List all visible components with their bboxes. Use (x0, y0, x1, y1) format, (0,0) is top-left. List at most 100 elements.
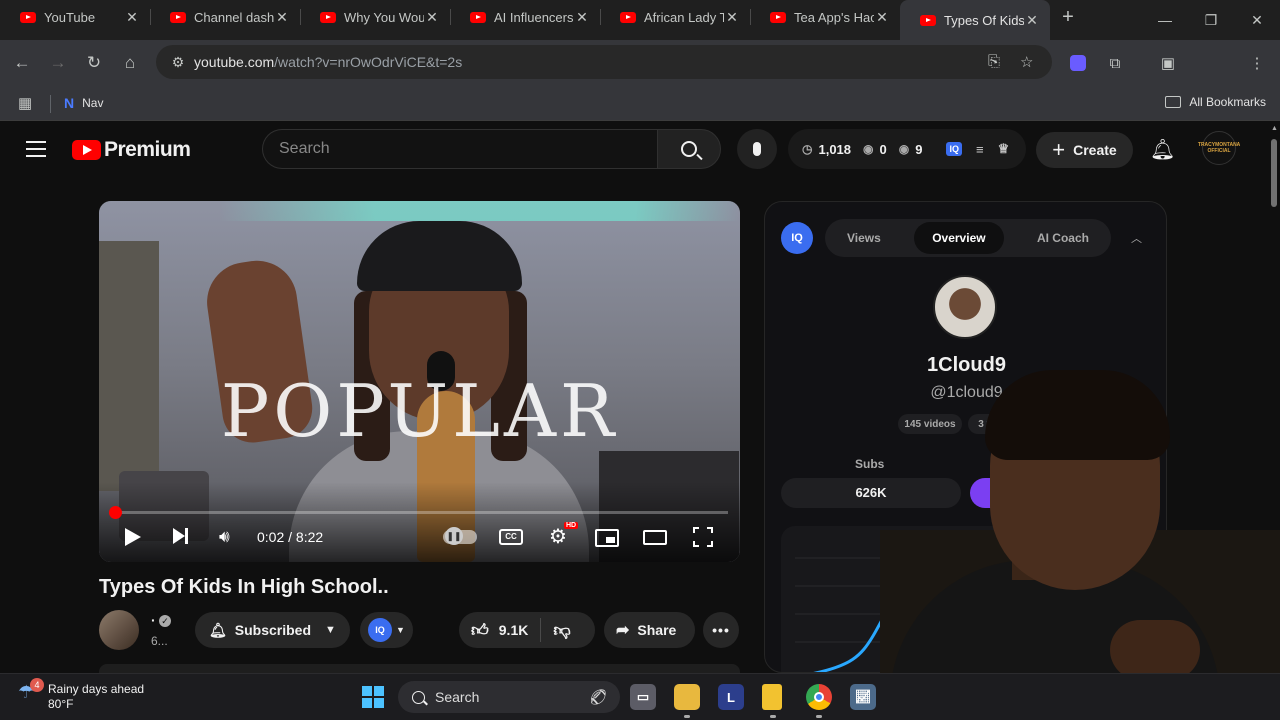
tab-close-icon[interactable]: ✕ (274, 9, 290, 26)
thumbs-down-icon[interactable]: 👎︎ (553, 620, 570, 641)
file-explorer-icon[interactable] (674, 684, 700, 710)
tab-ai-coach[interactable]: AI Coach (1019, 222, 1107, 254)
youtube-premium-logo[interactable]: Premium (72, 138, 191, 162)
tab-label: Why You Woul (344, 9, 424, 25)
plus-icon: + (1052, 137, 1066, 162)
fullscreen-icon[interactable] (693, 527, 713, 547)
video-title: Types Of Kids In High School.. (99, 576, 389, 598)
new-tab-button[interactable]: + (1050, 0, 1086, 34)
more-actions-icon[interactable]: ••• (703, 612, 739, 648)
weather-widget[interactable]: ☂ 4 Rainy days ahead 80°F (18, 678, 145, 712)
bookmark-star-icon[interactable]: ☆ (1020, 53, 1033, 71)
address-bar[interactable]: ⚙ youtube.com/watch?v=nrOwOdrViCE&t=2s ⎘… (156, 45, 1052, 79)
chrome-icon[interactable] (806, 684, 832, 710)
browser-tab-youtube[interactable]: YouTube ✕ (0, 0, 150, 34)
thumbs-up-icon: 👍︎ (471, 620, 489, 640)
tab-views[interactable]: Views (829, 222, 899, 254)
progress-bar[interactable] (111, 511, 728, 514)
tab-close-icon[interactable]: ✕ (574, 9, 590, 26)
vidiq-zero-count: 0 (879, 141, 887, 157)
play-icon[interactable] (125, 528, 141, 546)
browser-tab-tea-app[interactable]: Tea App's Hack ✕ (750, 0, 900, 34)
tab-close-icon[interactable]: ✕ (724, 9, 740, 26)
address-url[interactable]: youtube.com/watch?v=nrOwOdrViCE&t=2s (194, 54, 462, 70)
browser-tab-ai-influencers[interactable]: AI Influencers ✕ (450, 0, 600, 34)
weather-title: Rainy days ahead (48, 682, 145, 696)
windows-start-icon[interactable] (362, 686, 384, 708)
tab-label: African Lady Th (644, 9, 724, 25)
tab-label: Channel dashb (194, 9, 274, 25)
vidiq-menu-button[interactable]: IQ ▼ (360, 612, 413, 648)
home-icon[interactable]: ⌂ (112, 45, 148, 81)
video-player[interactable]: POPULAR 🔊︎ 0:02 / 8:22 CC ⚙ HD (99, 201, 740, 562)
like-button[interactable]: 👍︎ 9.1K (471, 620, 528, 641)
bookmark-nav-label: Nav (82, 96, 104, 110)
reload-icon[interactable]: ↻ (76, 45, 112, 81)
verified-check-icon: ✓ (159, 615, 171, 627)
voice-search-button[interactable] (737, 129, 777, 169)
scrollbar-thumb[interactable] (1271, 139, 1277, 207)
search-input[interactable]: Search (262, 129, 658, 169)
forward-icon[interactable]: → (40, 45, 76, 81)
browser-tab-why-you[interactable]: Why You Woul ✕ (300, 0, 450, 34)
vidiq-tabs: Views Overview AI Coach (825, 219, 1111, 257)
tab-close-icon[interactable]: ✕ (124, 9, 140, 26)
trophy-icon[interactable]: ♕ (998, 141, 1010, 157)
window-close-icon[interactable]: ✕ (1234, 0, 1280, 40)
extensions-puzzle-icon[interactable]: ⧉ (1101, 49, 1129, 77)
account-avatar[interactable]: TRACYMONTANA OFFICIAL (1198, 131, 1240, 165)
next-video-icon[interactable] (173, 528, 188, 549)
volume-icon[interactable]: 🔊︎ (219, 527, 230, 547)
owner-avatar[interactable] (99, 610, 139, 650)
taskbar-search[interactable]: Search 🏈︎ (398, 681, 620, 713)
chevron-up-icon[interactable]: ︿ (1131, 230, 1142, 246)
back-icon[interactable]: ← (4, 45, 40, 81)
list-icon[interactable]: ≡ (976, 142, 984, 157)
tab-close-icon[interactable]: ✕ (874, 9, 890, 26)
google-keep-icon[interactable] (762, 684, 782, 710)
microphone-icon (753, 142, 761, 156)
captions-button[interactable]: CC (499, 529, 523, 545)
extension-vidiq-icon[interactable] (1064, 49, 1092, 77)
stocks-app-icon[interactable]: 📈︎ (850, 684, 876, 710)
task-view-icon[interactable]: ▭ (630, 684, 656, 710)
tab-overview[interactable]: Overview (914, 222, 1004, 254)
theater-mode-icon[interactable] (643, 530, 667, 545)
all-bookmarks-button[interactable]: All Bookmarks (1165, 95, 1266, 109)
tab-close-icon[interactable]: ✕ (424, 9, 440, 26)
create-button[interactable]: + Create (1036, 132, 1133, 168)
notifications-bell-icon[interactable]: 🔔︎ (1150, 137, 1175, 162)
search-button[interactable] (657, 129, 721, 169)
vidiq-views-count: 1,018 (818, 141, 852, 157)
site-info-icon[interactable]: ⚙ (162, 54, 194, 71)
app-l-icon[interactable]: L (718, 684, 744, 710)
time-display: 0:02 / 8:22 (257, 529, 324, 545)
vidiq-logo-icon[interactable]: IQ (946, 142, 962, 156)
browser-tab-channel-dashboard[interactable]: Channel dashb ✕ (150, 0, 300, 34)
tab-search-icon[interactable]: ▣ (1154, 49, 1182, 77)
scroll-up-icon[interactable]: ▲ (1271, 125, 1278, 132)
owner-name[interactable]: · (151, 612, 156, 628)
autoplay-toggle[interactable] (443, 527, 477, 545)
running-indicator (816, 715, 822, 718)
browser-tab-active[interactable]: Types Of Kids I ✕ (900, 0, 1050, 40)
vidiq-stats-pill[interactable]: ◷ 1,018 ◉ 0 ◉ 9 IQ ≡ ♕ (788, 129, 1026, 169)
minimize-icon[interactable]: — (1142, 0, 1188, 40)
install-app-icon[interactable]: ⎘ (988, 53, 1000, 70)
like-dislike-group: 👍︎ 9.1K 👎︎ (459, 612, 595, 648)
browser-tab-african-lady[interactable]: African Lady Th ✕ (600, 0, 750, 34)
share-button[interactable]: ➦ Share (604, 612, 695, 648)
folder-icon (1165, 96, 1182, 108)
subscribed-button[interactable]: 🔔︎ Subscribed ▼ (195, 612, 350, 648)
progress-scrubber[interactable] (109, 506, 122, 519)
vidiq-logo-icon[interactable]: IQ (781, 222, 813, 254)
restore-icon[interactable]: ❐ (1188, 0, 1234, 40)
owner-subscriber-count: 6... (151, 634, 168, 648)
tab-close-icon[interactable]: ✕ (1024, 12, 1040, 29)
bookmark-nav[interactable]: N Nav (64, 95, 103, 111)
chrome-menu-icon[interactable]: ⋮ (1243, 49, 1271, 77)
youtube-favicon-icon (20, 11, 36, 23)
menu-hamburger-icon[interactable] (26, 141, 46, 162)
miniplayer-icon[interactable] (595, 529, 619, 547)
apps-grid-icon[interactable]: ▦ (18, 94, 32, 112)
